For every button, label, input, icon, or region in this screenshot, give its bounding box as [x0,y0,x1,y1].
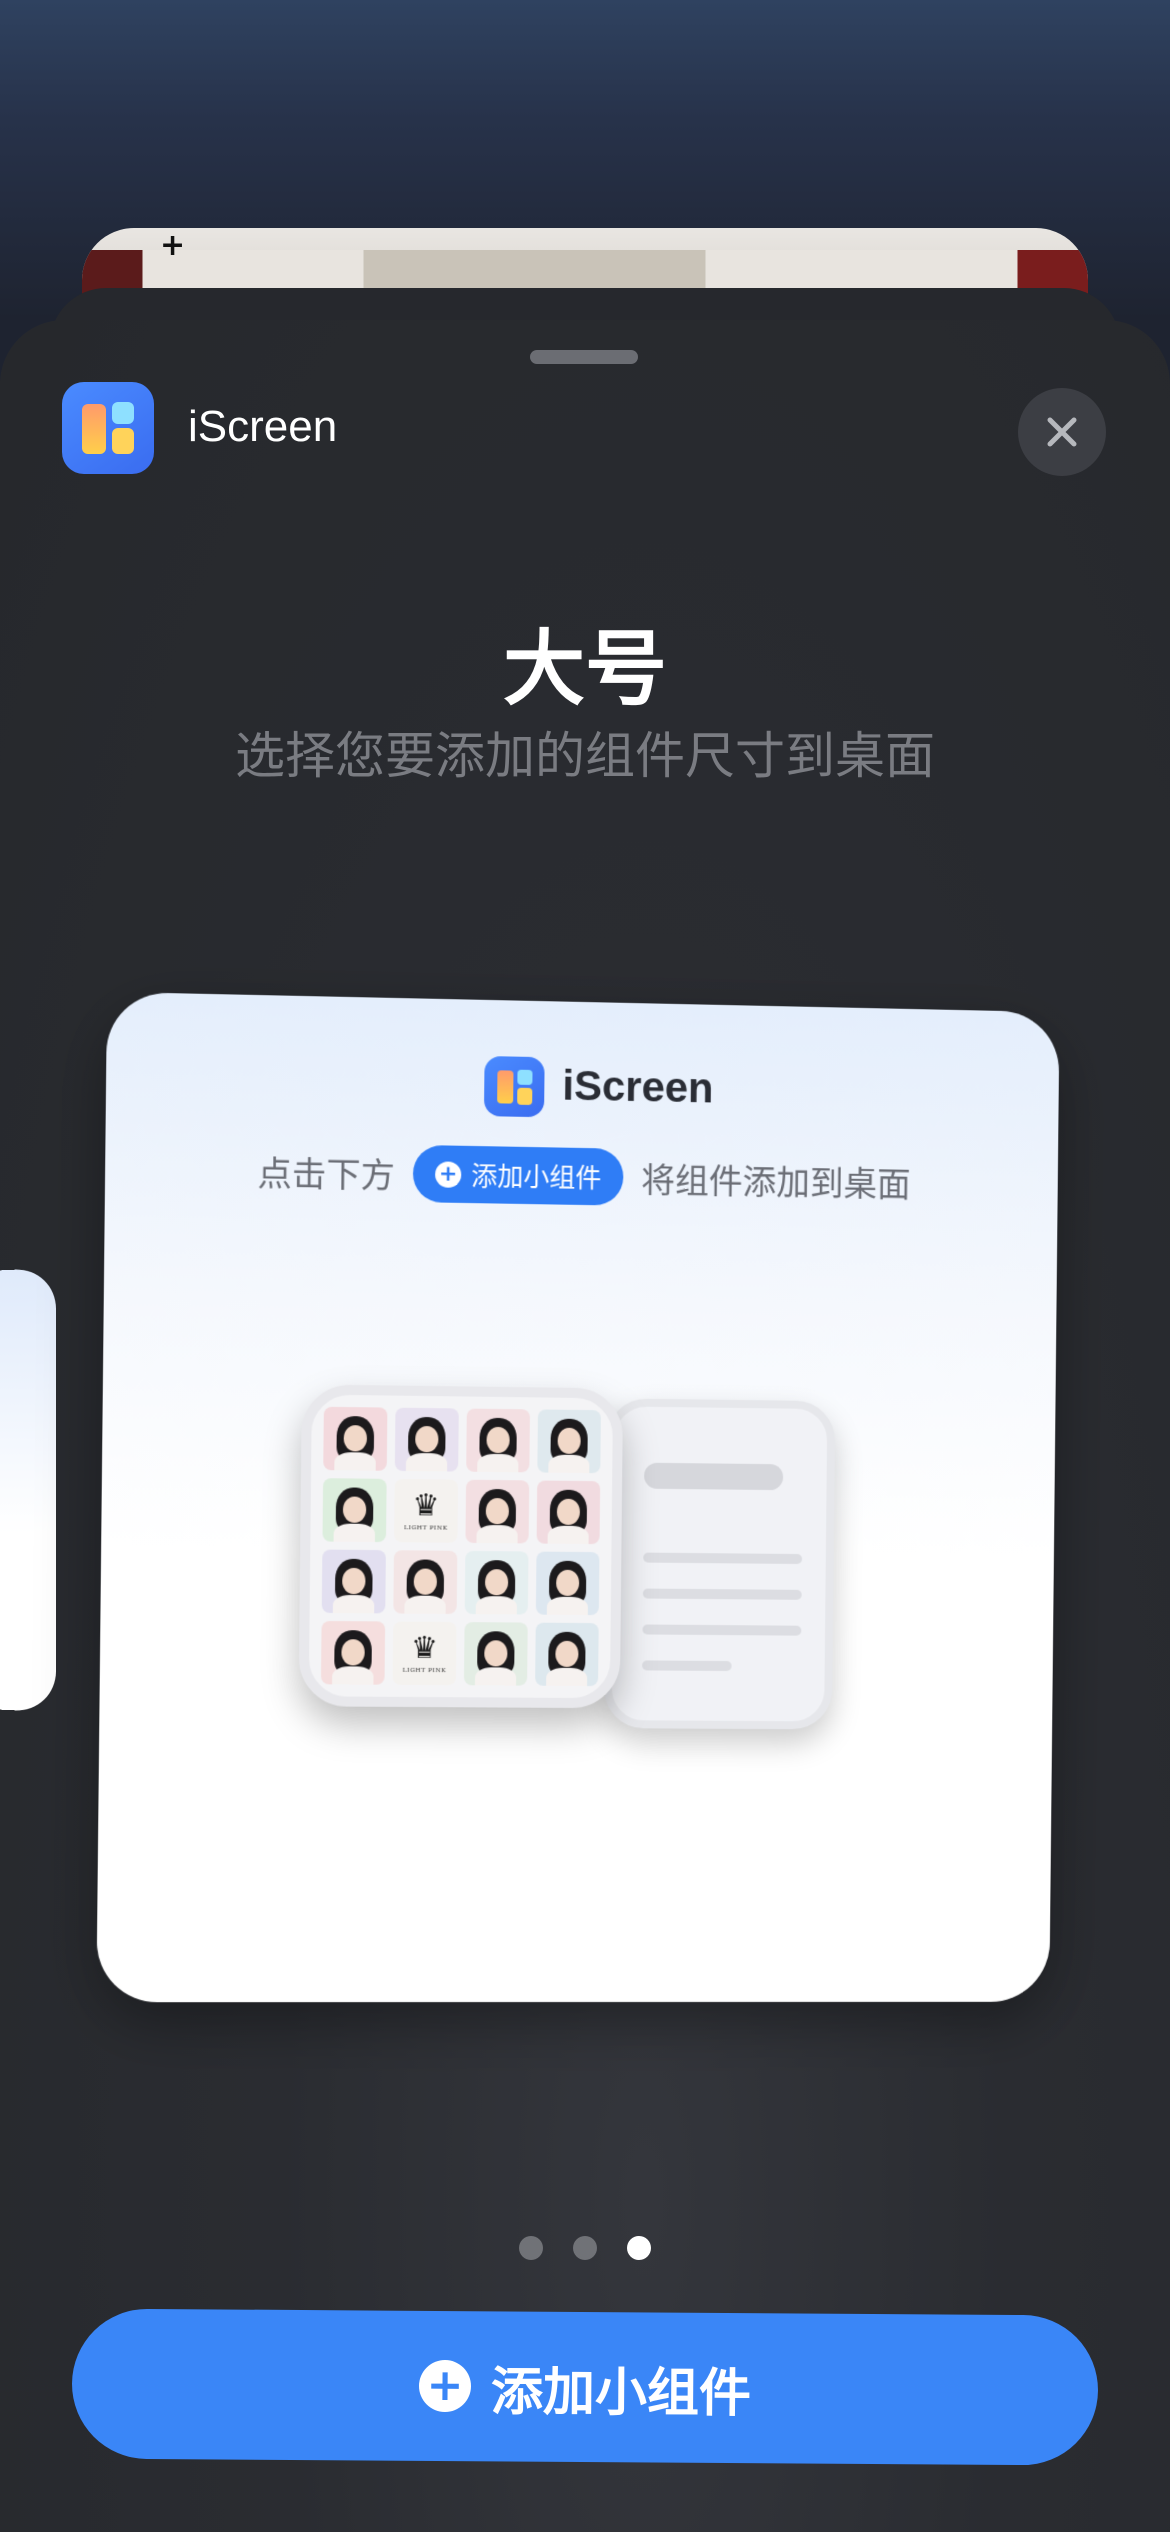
portrait-photo-tile [323,1407,387,1471]
app-name: iScreen [188,402,337,452]
crown-logo-tile: ♛ LIGHT PINK [394,1479,458,1543]
widget-gallery-sheet: iScreen 大号 选择您要添加的组件尺寸到桌面 iScreen 点击下方 +… [0,320,1170,2532]
app-icon [62,382,154,474]
add-widget-button-label: 添加小组件 [491,2349,752,2426]
portrait-photo-tile [322,1550,386,1614]
previous-widget-card[interactable] [0,1268,56,1712]
page-dot[interactable] [627,2236,651,2260]
portrait-photo-tile [395,1408,459,1472]
add-widget-button[interactable]: + 添加小组件 [71,2308,1098,2465]
crown-text: LIGHT PINK [404,1524,448,1531]
crown-logo-tile: ♛ LIGHT PINK [393,1622,457,1686]
illustration-list-card [604,1398,836,1729]
portrait-photo-tile [535,1623,599,1686]
widget-hint-pill: + 添加小组件 [413,1145,624,1206]
plus-circle-icon: + [419,2360,471,2412]
portrait-photo-tile [537,1409,601,1473]
close-icon [1042,412,1082,452]
portrait-photo-tile [465,1551,529,1615]
crown-icon: ♛ [412,1491,439,1521]
widget-hint-pill-label: 添加小组件 [471,1156,601,1195]
page-dot[interactable] [519,2236,543,2260]
portrait-photo-tile [464,1622,528,1686]
crown-text: LIGHT PINK [403,1666,447,1673]
portrait-photo-tile [537,1480,601,1544]
portrait-photo-tile [322,1478,386,1542]
page-indicator[interactable] [0,2236,1170,2260]
portrait-photo-tile [321,1621,385,1685]
page-dot[interactable] [573,2236,597,2260]
size-title: 大号 [0,602,1170,721]
sheet-grabber[interactable] [530,350,638,364]
portrait-photo-tile [393,1550,457,1614]
widget-preview-large[interactable]: iScreen 点击下方 + 添加小组件 将组件添加到桌面 ♛ LIGHT PIN… [96,992,1059,2002]
widget-hint-after: 将组件添加到桌面 [641,1153,911,1207]
widget-hint: 点击下方 + 添加小组件 将组件添加到桌面 [105,1139,1058,1213]
widget-hint-before: 点击下方 [257,1146,395,1198]
size-subtitle: 选择您要添加的组件尺寸到桌面 [0,716,1170,788]
plus-circle-icon: + [435,1161,461,1188]
plus-icon: + [160,228,185,263]
illustration-photo-grid: ♛ LIGHT PINK ♛ LIGHT PINK [298,1384,623,1708]
widget-app-icon [484,1056,545,1117]
portrait-photo-tile [465,1480,529,1544]
close-button[interactable] [1018,388,1106,476]
portrait-photo-tile [536,1552,600,1616]
crown-icon: ♛ [411,1633,438,1663]
widget-app-name: iScreen [562,1062,714,1113]
portrait-photo-tile [466,1409,530,1473]
